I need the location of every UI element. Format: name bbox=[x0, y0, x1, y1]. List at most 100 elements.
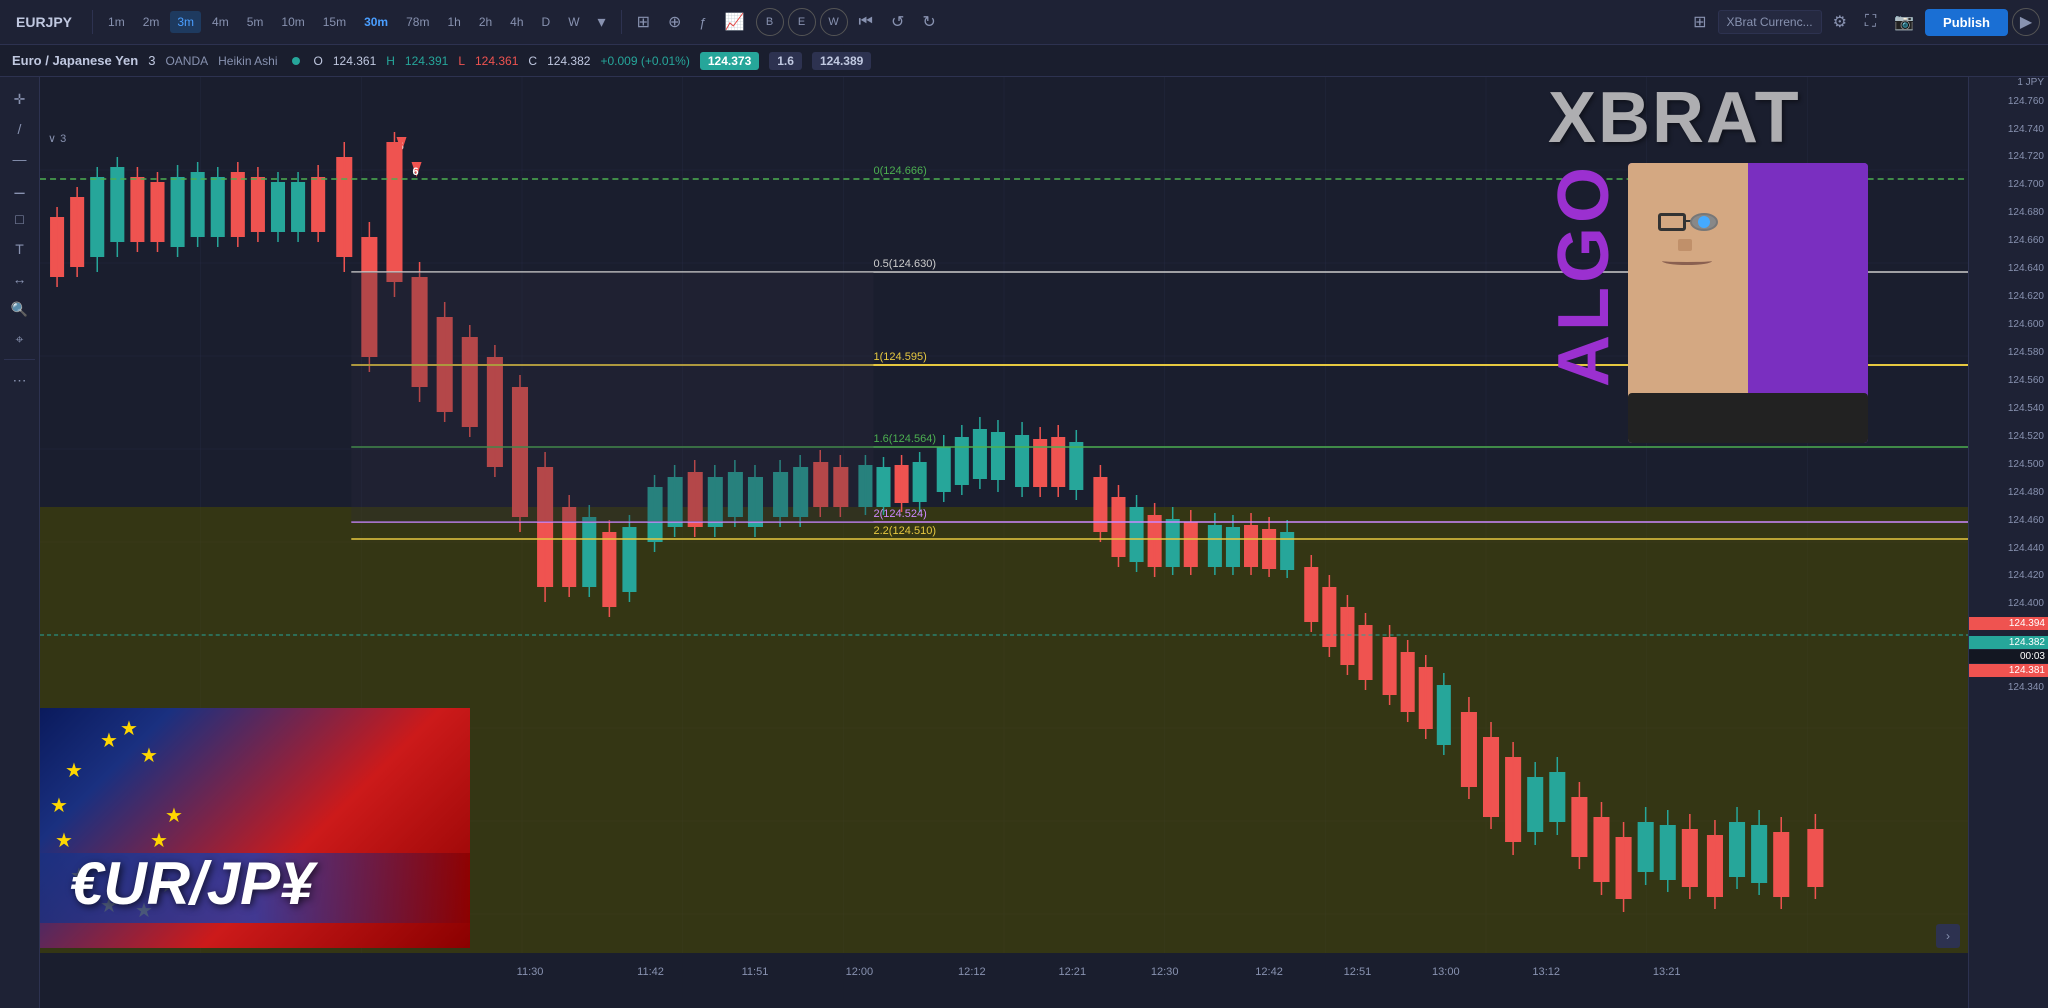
measure-tool[interactable]: ↔ bbox=[4, 265, 36, 293]
price-change: +0.009 (+0.01%) bbox=[600, 54, 689, 68]
divider bbox=[92, 10, 93, 34]
price-580: 124.580 bbox=[2008, 347, 2044, 358]
full-symbol: Euro / Japanese Yen bbox=[12, 53, 138, 68]
svg-text:2.2(124.510): 2.2(124.510) bbox=[873, 525, 936, 537]
text-tool[interactable]: T bbox=[4, 235, 36, 263]
fullscreen-btn[interactable]: ⛶ bbox=[1858, 9, 1883, 35]
tf-4h[interactable]: 4h bbox=[503, 11, 530, 33]
tf-W[interactable]: W bbox=[561, 11, 586, 33]
tf-15m[interactable]: 15m bbox=[316, 11, 353, 33]
price-480: 124.480 bbox=[2008, 487, 2044, 498]
svg-text:0(124.666): 0(124.666) bbox=[873, 165, 926, 177]
redo-btn[interactable]: ↻ bbox=[915, 8, 942, 36]
status-dot bbox=[292, 57, 300, 65]
tf-10m[interactable]: 10m bbox=[274, 11, 311, 33]
xbrat-title: XBRAT bbox=[1548, 77, 1801, 159]
count-number: 3 bbox=[60, 133, 66, 145]
main-layout: ✛ / — ⚊ □ T ↔ 🔍 ⌖ ⋯ bbox=[0, 77, 2048, 1008]
compare-btn[interactable]: ⊕ bbox=[661, 8, 688, 36]
tf-1m[interactable]: 1m bbox=[101, 11, 132, 33]
price-520: 124.520 bbox=[2008, 431, 2044, 442]
tf-dropdown-icon[interactable]: ▾ bbox=[591, 8, 613, 36]
crosshair-tool[interactable]: ✛ bbox=[4, 85, 36, 113]
svg-text:11:51: 11:51 bbox=[742, 966, 769, 978]
publish-button[interactable]: Publish bbox=[1925, 9, 2008, 36]
close-label: C bbox=[528, 54, 537, 68]
horizontal-line-tool[interactable]: — bbox=[4, 145, 36, 173]
tf-5m[interactable]: 5m bbox=[240, 11, 271, 33]
star-9: ★ bbox=[140, 743, 158, 768]
price-620: 124.620 bbox=[2008, 291, 2044, 302]
svg-text:12:00: 12:00 bbox=[846, 966, 874, 978]
scroll-right-btn[interactable]: › bbox=[1936, 924, 1960, 948]
layout-btn[interactable]: ⊞ bbox=[1686, 8, 1713, 36]
low-value: 124.361 bbox=[475, 54, 518, 68]
price-440: 124.440 bbox=[2008, 543, 2044, 554]
tf-3m[interactable]: 3m bbox=[170, 11, 201, 33]
tf-1h[interactable]: 1h bbox=[440, 11, 467, 33]
fib-tool[interactable]: ⚊ bbox=[4, 175, 36, 203]
tf-30m[interactable]: 30m bbox=[357, 11, 395, 33]
b-icon[interactable]: B bbox=[756, 8, 784, 36]
svg-text:13:21: 13:21 bbox=[1653, 966, 1681, 978]
chart-type: Heikin Ashi bbox=[218, 54, 277, 68]
rect-tool[interactable]: □ bbox=[4, 205, 36, 233]
price-540: 124.540 bbox=[2008, 403, 2044, 414]
tf-2m[interactable]: 2m bbox=[136, 11, 167, 33]
price-382-badge: 124.382 bbox=[1969, 636, 2048, 649]
svg-text:11:30: 11:30 bbox=[517, 966, 544, 978]
open-label: O bbox=[314, 54, 323, 68]
xbrat-selector[interactable]: XBrat Currenc... bbox=[1718, 10, 1822, 34]
toolbar: EURJPY 1m 2m 3m 4m 5m 10m 15m 30m 78m 1h… bbox=[0, 0, 2048, 45]
replay-btn[interactable]: ⏮ bbox=[852, 9, 880, 35]
star-12: ★ bbox=[165, 803, 183, 828]
undo-btn[interactable]: ↺ bbox=[884, 8, 911, 36]
screenshot-btn[interactable]: 📷 bbox=[1887, 8, 1921, 36]
indicator-btn[interactable]: ƒ bbox=[692, 11, 713, 34]
star-3: ★ bbox=[50, 793, 68, 818]
e-icon[interactable]: E bbox=[788, 8, 816, 36]
price-720: 124.720 bbox=[2008, 151, 2044, 162]
price-axis: 124.760 124.740 124.720 124.700 124.680 … bbox=[1968, 77, 2048, 1008]
svg-text:0.5(124.630): 0.5(124.630) bbox=[873, 258, 936, 270]
svg-text:1.6(124.564): 1.6(124.564) bbox=[873, 433, 936, 445]
tf-2h[interactable]: 2h bbox=[472, 11, 499, 33]
svg-text:12:51: 12:51 bbox=[1344, 966, 1372, 978]
price-660: 124.660 bbox=[2008, 235, 2044, 246]
settings-btn[interactable]: ⚙ bbox=[1826, 8, 1854, 36]
chart-area[interactable]: 5 6 bbox=[40, 77, 1968, 1008]
star-1: ★ bbox=[100, 728, 118, 753]
svg-text:11:42: 11:42 bbox=[637, 966, 664, 978]
star-10: ★ bbox=[120, 716, 138, 741]
magnet-tool[interactable]: ⌖ bbox=[4, 325, 36, 353]
price-340: 124.340 bbox=[2008, 682, 2044, 693]
divider2 bbox=[621, 10, 622, 34]
zoom-tool[interactable]: 🔍 bbox=[4, 295, 36, 323]
toolbar-right: ⊞ XBrat Currenc... ⚙ ⛶ 📷 Publish ▶ bbox=[1686, 8, 2040, 36]
tf-4m[interactable]: 4m bbox=[205, 11, 236, 33]
price-680: 124.680 bbox=[2008, 207, 2044, 218]
tf-78m[interactable]: 78m bbox=[399, 11, 436, 33]
svg-text:12:42: 12:42 bbox=[1255, 966, 1283, 978]
trend-line-tool[interactable]: / bbox=[4, 115, 36, 143]
w-icon[interactable]: W bbox=[820, 8, 848, 36]
current-price-badge: 124.373 bbox=[700, 52, 759, 70]
tf-D[interactable]: D bbox=[535, 11, 558, 33]
robot-portrait bbox=[1628, 163, 1868, 443]
price-640: 124.640 bbox=[2008, 263, 2044, 274]
eurjpy-text: €UR/JP¥ bbox=[70, 849, 313, 918]
price-381-badge: 124.381 bbox=[1969, 664, 2048, 677]
symbol-label: EURJPY bbox=[8, 10, 80, 34]
jpy-label: 1 JPY bbox=[2017, 77, 2044, 88]
chart-type-btn[interactable]: ⊞ bbox=[630, 8, 657, 36]
play-btn[interactable]: ▶ bbox=[2012, 8, 2040, 36]
price-394-badge: 124.394 bbox=[1969, 617, 2048, 630]
price-760: 124.760 bbox=[2008, 96, 2044, 107]
drawing-toolbar: ✛ / — ⚊ □ T ↔ 🔍 ⌖ ⋯ bbox=[0, 77, 40, 1008]
svg-text:13:00: 13:00 bbox=[1432, 966, 1460, 978]
strategy-btn[interactable]: 📈 bbox=[718, 8, 752, 36]
svg-text:12:30: 12:30 bbox=[1151, 966, 1179, 978]
price-700: 124.700 bbox=[2008, 179, 2044, 190]
price-420: 124.420 bbox=[2008, 570, 2044, 581]
more-tools[interactable]: ⋯ bbox=[4, 366, 36, 394]
